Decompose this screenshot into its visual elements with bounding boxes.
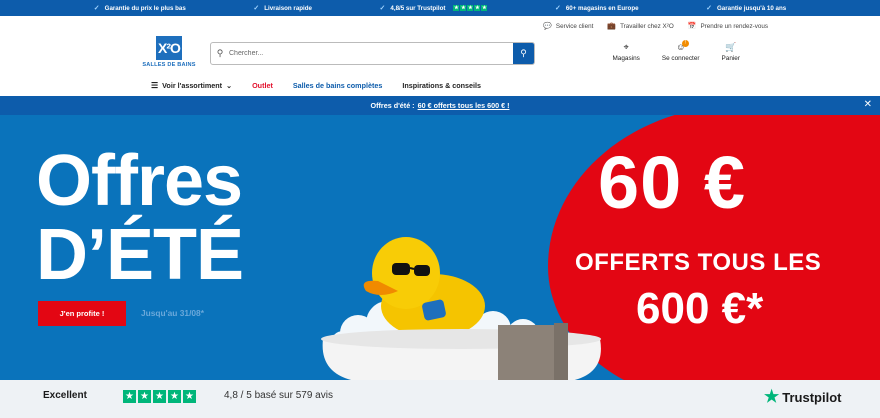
nav-assortment[interactable]: ☰ Voir l'assortiment ⌄ (151, 81, 232, 90)
offer-text: OFFERTS TOUS LES (575, 249, 822, 276)
stores-button[interactable]: ⌖ Magasins (612, 42, 639, 62)
rating-stars: ★ ★ ★ ★ ★ (123, 390, 196, 403)
check-icon: ✓ (379, 5, 386, 12)
star-icon: ★ (138, 390, 151, 403)
site-header: X²O SALLES DE BAINS ⚲ ⚲ ⌖Magasins ☺!Se c… (0, 36, 880, 74)
benefit-item: ✓ Livraison rapide (253, 4, 312, 13)
check-icon: ✓ (706, 5, 712, 12)
trustpilot-star-icon: ★ (764, 387, 780, 406)
star-icon: ★ (168, 390, 181, 403)
promo-banner: Offres d'été : 60 € offerts tous les 600… (0, 96, 880, 115)
promo-text: Offres d'été : (370, 101, 415, 110)
hero-banner[interactable]: Offres D’ÉTÉ J'en profite ! Jusqu'au 31/… (0, 115, 880, 380)
nav-complete-bathrooms[interactable]: Salles de bains complètes (293, 81, 382, 90)
trustpilot-mini-stars: ★ ★ ★ ★ ★ (453, 5, 488, 11)
logo-text: SALLES DE BAINS (142, 62, 196, 68)
nav-outlet[interactable]: Outlet (252, 81, 273, 90)
search-button[interactable]: ⚲ (513, 43, 534, 64)
location-pin-icon: ⌖ (623, 42, 629, 52)
cta-button[interactable]: J'en profite ! (38, 301, 126, 326)
jobs-link[interactable]: 💼 Travailler chez X²O (607, 22, 673, 31)
main-nav: ☰ Voir l'assortiment ⌄ Outlet Salles de ba… (0, 74, 880, 96)
check-icon: ✓ (253, 5, 260, 12)
benefit-item: ✓ 60+ magasins en Europe (554, 4, 639, 13)
check-icon: ✓ (554, 5, 561, 12)
benefits-bar: ✓ Garantie du prix le plus bas ✓ Livraison… (0, 0, 880, 16)
logo[interactable]: X²O SALLES DE BAINS (140, 36, 198, 72)
cart-icon: 🛒 (725, 42, 737, 52)
service-link[interactable]: 💬 Service client (543, 22, 593, 31)
offer-deadline: Jusqu'au 31/08* (141, 308, 204, 318)
cart-button[interactable]: 🛒 Panier (722, 42, 740, 62)
star-icon: ★ (183, 390, 196, 403)
trustpilot-logo: ★ Trustpilot (764, 387, 842, 406)
offer-amount: 60 € (598, 141, 747, 224)
hero-title-line2: D’ÉTÉ (36, 215, 244, 295)
offer-threshold: 600 €* (636, 284, 764, 333)
rating-score: 4,8 / 5 basé sur 579 avis (224, 390, 333, 401)
login-button[interactable]: ☺! Se connecter (662, 40, 700, 62)
header-actions: ⌖ Magasins ☺! Se connecter 🛒 Panier (612, 40, 740, 62)
briefcase-icon: 💼 (607, 23, 617, 30)
star-icon: ★ (153, 390, 166, 403)
logo-mark: X²O (156, 36, 182, 60)
benefit-item: ✓ 4,8/5 sur Trustpilot ★ ★ ★ ★ ★ (379, 4, 488, 12)
calendar-icon: 📅 (687, 23, 697, 30)
chat-icon: 💬 (543, 23, 552, 30)
chevron-down-icon: ⌄ (226, 80, 233, 90)
benefit-item: ✓ Garantie jusqu'à 10 ans (706, 4, 787, 13)
nav-inspiration[interactable]: Inspirations & conseils (402, 81, 481, 90)
promo-link[interactable]: 60 € offerts tous les 600 € ! (418, 101, 510, 110)
check-icon: ✓ (93, 5, 100, 12)
search-box: ⚲ ⚲ (210, 42, 535, 65)
close-icon[interactable]: ✕ (864, 99, 872, 110)
star-icon: ★ (123, 390, 136, 403)
trustpilot-bar[interactable]: Excellent ★ ★ ★ ★ ★ 4,8 / 5 basé sur 579… (0, 380, 880, 418)
notification-badge: ! (681, 40, 689, 47)
utility-bar: 💬 Service client 💼 Travailler chez X²O 📅 Pr… (0, 16, 880, 36)
rating-label: Excellent (43, 390, 87, 401)
search-icon: ⚲ (216, 48, 224, 58)
duck-bath-illustration (321, 237, 601, 380)
menu-icon: ☰ (151, 80, 159, 90)
hero-title-line1: Offres (36, 141, 243, 221)
benefit-item: ✓ Garantie du prix le plus bas (93, 4, 186, 13)
appointment-link[interactable]: 📅 Prendre un rendez-vous (687, 22, 768, 31)
search-input[interactable] (229, 50, 513, 57)
